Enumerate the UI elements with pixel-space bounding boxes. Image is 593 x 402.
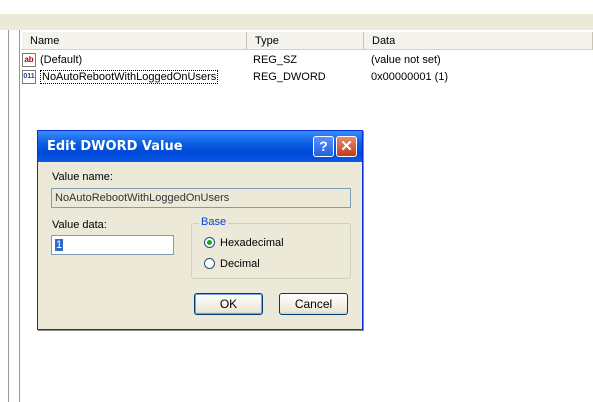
tree-pane-edge	[0, 30, 19, 402]
ok-button[interactable]: OK	[194, 293, 263, 315]
base-group-title: Base	[199, 216, 229, 228]
dword-value-icon: 011	[22, 70, 36, 84]
radio-hexadecimal-label: Hexadecimal	[220, 237, 284, 249]
registry-row-noautoreboot[interactable]: 011 NoAutoRebootWithLoggedOnUsers REG_DW…	[22, 69, 592, 85]
string-value-icon: ab	[22, 53, 36, 67]
value-name-field[interactable]: NoAutoRebootWithLoggedOnUsers	[51, 188, 351, 208]
listview-header-bar	[0, 14, 593, 30]
close-icon[interactable]: ✕	[336, 136, 357, 157]
value-data-input[interactable]: 1	[51, 235, 174, 255]
window-top-strip	[0, 0, 593, 14]
row-type: REG_DWORD	[253, 71, 326, 83]
radio-decimal-indicator[interactable]	[204, 258, 215, 269]
value-data-label: Value data:	[52, 219, 107, 231]
row-name: NoAutoRebootWithLoggedOnUsers	[40, 70, 219, 84]
dialog-titlebar[interactable]: Edit DWORD Value ? ✕	[38, 131, 362, 162]
listview-border	[19, 30, 20, 402]
tree-pane-border	[8, 30, 9, 402]
column-header-name[interactable]: Name	[22, 32, 247, 50]
registry-row-default[interactable]: ab (Default) REG_SZ (value not set)	[22, 52, 592, 68]
radio-hexadecimal-indicator[interactable]	[204, 237, 215, 248]
radio-decimal-label: Decimal	[220, 258, 260, 270]
edit-dword-dialog: Edit DWORD Value ? ✕ Value name: NoAutoR…	[37, 130, 363, 330]
row-type: REG_SZ	[253, 54, 298, 66]
row-data: 0x00000001 (1)	[371, 71, 449, 83]
row-data: (value not set)	[371, 54, 441, 66]
help-icon[interactable]: ?	[313, 136, 334, 157]
row-name: (Default)	[40, 54, 83, 66]
column-header-type[interactable]: Type	[247, 32, 364, 50]
dialog-title: Edit DWORD Value	[47, 139, 183, 154]
cancel-button[interactable]: Cancel	[279, 293, 348, 315]
value-name-label: Value name:	[52, 171, 113, 183]
value-data-text: 1	[55, 239, 64, 251]
base-groupbox: Base Hexadecimal Decimal	[191, 216, 351, 279]
radio-selected-dot	[207, 240, 212, 245]
column-header-data[interactable]: Data	[364, 32, 593, 50]
